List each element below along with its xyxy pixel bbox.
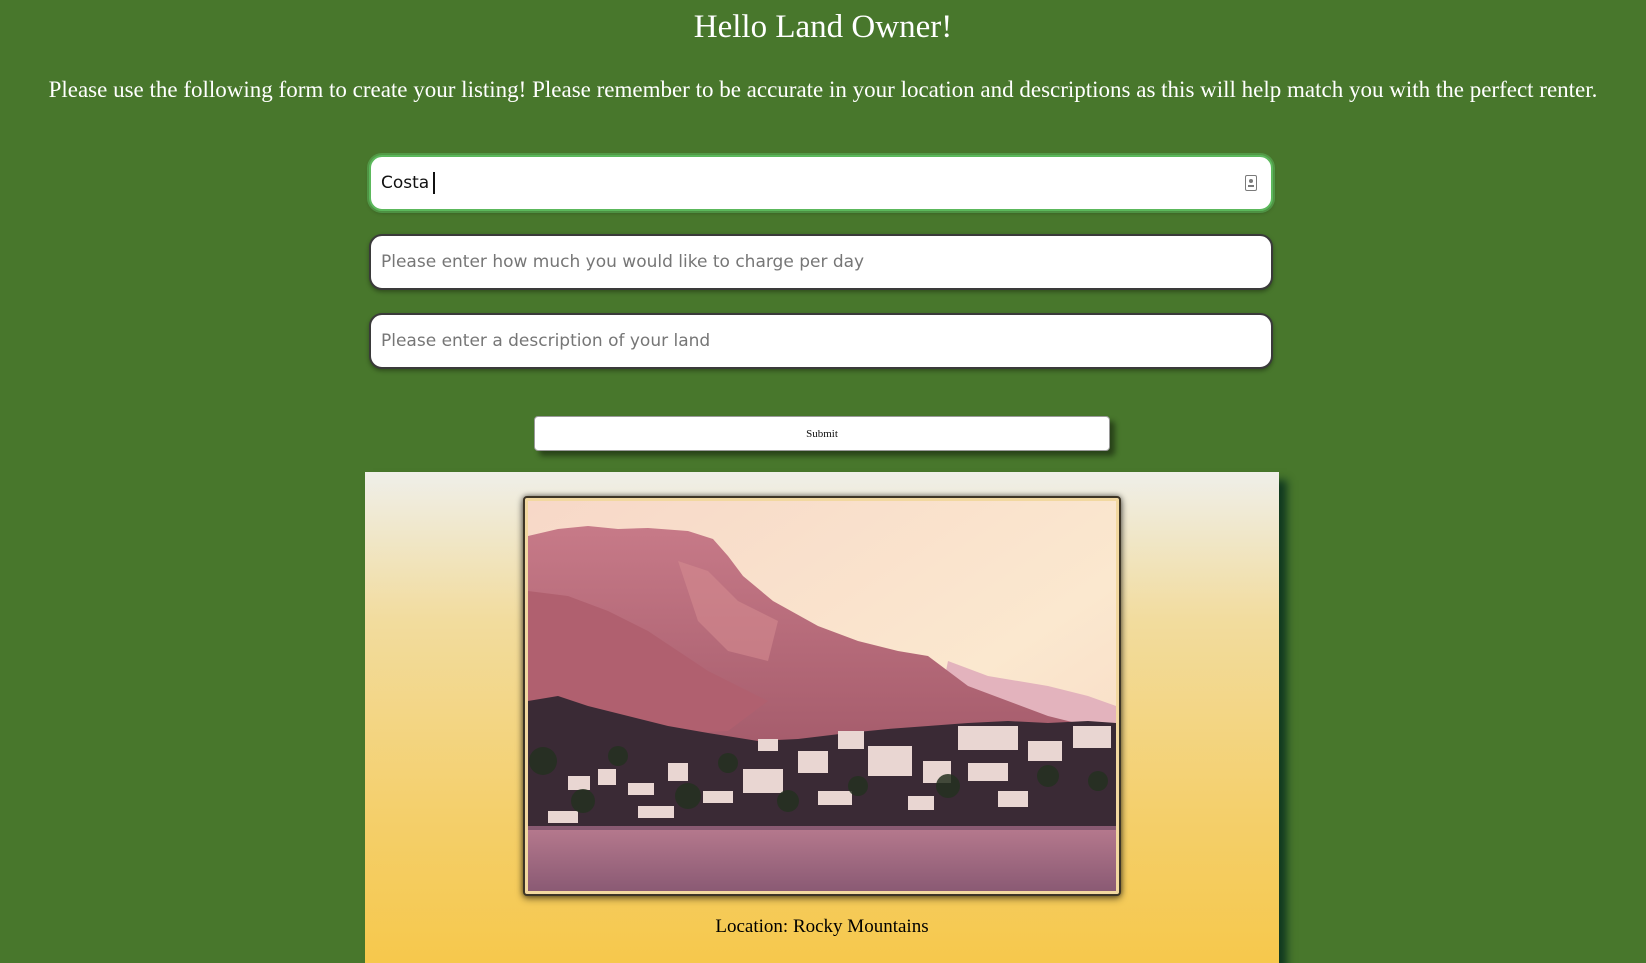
listing-location-label: Location: Rocky Mountains — [715, 916, 929, 937]
description-input[interactable]: Please enter a description of your land — [369, 313, 1273, 369]
submit-button[interactable]: Submit — [534, 416, 1110, 451]
page-title: Hello Land Owner! — [693, 9, 953, 45]
coastal-town-photo — [528, 501, 1116, 891]
text-caret — [433, 172, 436, 194]
location-input[interactable]: Costa — [369, 155, 1273, 211]
page-instructions: Please use the following form to create … — [48, 77, 1598, 102]
price-per-day-input[interactable]: Please enter how much you would like to … — [369, 234, 1273, 290]
description-placeholder: Please enter a description of your land — [381, 331, 711, 351]
listing-preview-card: Location: Rocky Mountains — [365, 472, 1279, 963]
listing-photo-frame — [523, 496, 1121, 896]
contact-card-icon[interactable] — [1245, 175, 1257, 191]
price-per-day-placeholder: Please enter how much you would like to … — [381, 252, 865, 272]
location-input-value: Costa — [381, 173, 430, 193]
